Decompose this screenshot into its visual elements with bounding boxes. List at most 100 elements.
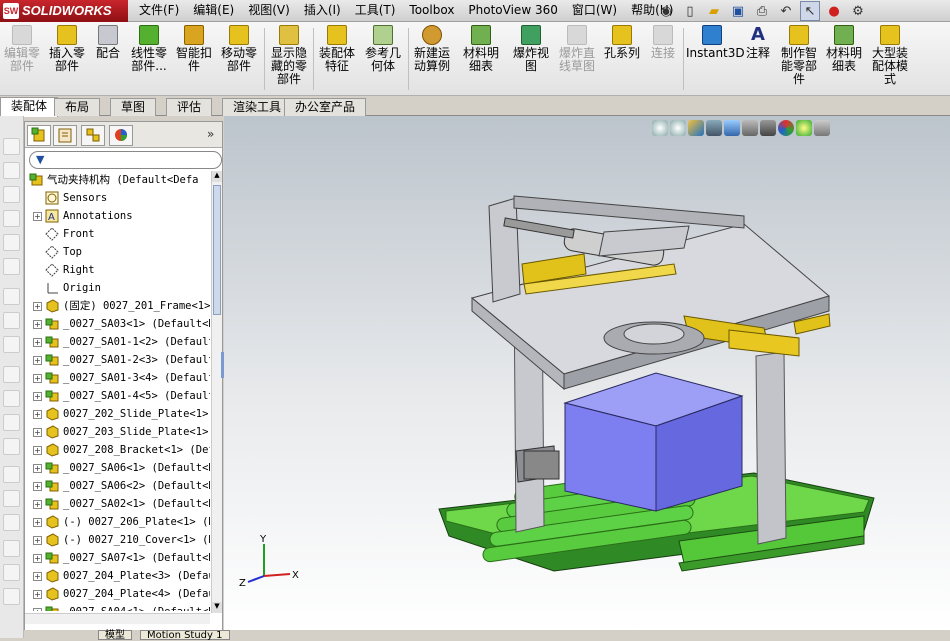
configuration-manager-tab-icon[interactable] <box>81 125 105 146</box>
open-folder-icon[interactable]: ▰ <box>704 1 724 21</box>
expand-plus-icon[interactable]: + <box>33 374 42 383</box>
scroll-down-arrow[interactable]: ▼ <box>212 602 222 613</box>
insert-component-button[interactable]: 插入零 部件 <box>46 25 88 73</box>
assembly-features-button[interactable]: 装配体 特征 <box>316 25 358 73</box>
strip-icon[interactable] <box>3 466 20 483</box>
move-component-button[interactable]: 移动零 部件 <box>218 25 260 73</box>
new-document-icon[interactable]: ▯ <box>680 1 700 21</box>
tab-motion-study[interactable]: Motion Study 1 <box>140 630 230 641</box>
mate-button[interactable]: 配合 <box>92 25 124 60</box>
pin-icon[interactable]: ◉ <box>656 1 676 21</box>
edit-component-icon <box>12 25 32 45</box>
tab-evaluate[interactable]: 评估 <box>166 98 213 116</box>
bill-of-materials-button[interactable]: 材料明 细表 <box>460 25 502 73</box>
menu-view[interactable]: 视图(V) <box>241 0 297 22</box>
expand-plus-icon[interactable]: + <box>33 572 42 581</box>
feature-manager-tab-icon[interactable] <box>27 125 51 146</box>
expand-plus-icon[interactable]: + <box>33 590 42 599</box>
expand-plus-icon[interactable]: + <box>33 500 42 509</box>
expand-plus-icon[interactable]: + <box>33 410 42 419</box>
strip-icon[interactable] <box>3 490 20 507</box>
expand-panel-icon[interactable]: » <box>207 127 214 141</box>
display-manager-tab-icon[interactable] <box>109 125 133 146</box>
tab-assembly[interactable]: 装配体 <box>0 97 59 117</box>
strip-icon[interactable] <box>3 288 20 305</box>
property-manager-tab-icon[interactable] <box>53 125 77 146</box>
menu-file[interactable]: 文件(F) <box>132 0 186 22</box>
strip-icon[interactable] <box>3 390 20 407</box>
strip-icon[interactable] <box>3 210 20 227</box>
strip-icon[interactable] <box>3 438 20 455</box>
expand-plus-icon[interactable]: + <box>33 428 42 437</box>
tree-node-label: _0027_SA01-1<2> (Default <box>63 336 210 348</box>
strip-icon[interactable] <box>3 540 20 557</box>
bill-of-materials-2-button[interactable]: 材料明 细表 <box>824 25 864 73</box>
tab-sketch[interactable]: 草图 <box>110 98 157 116</box>
expand-plus-icon[interactable]: + <box>33 338 42 347</box>
scroll-thumb[interactable] <box>213 185 221 315</box>
save-icon[interactable]: ▣ <box>728 1 748 21</box>
expand-plus-icon[interactable]: + <box>33 302 42 311</box>
strip-icon[interactable] <box>3 366 20 383</box>
menu-window[interactable]: 窗口(W) <box>565 0 624 22</box>
connect-button[interactable]: 连接 <box>646 25 680 60</box>
strip-icon[interactable] <box>3 336 20 353</box>
expand-plus-icon[interactable]: + <box>33 608 42 611</box>
smart-fasteners-button[interactable]: 智能扣 件 <box>174 25 214 73</box>
strip-icon[interactable] <box>3 514 20 531</box>
strip-icon[interactable] <box>3 312 20 329</box>
tree-node-label: _0027_SA04<1> (Default<D <box>63 603 210 611</box>
tab-model[interactable]: 模型 <box>98 630 132 641</box>
select-arrow-icon[interactable]: ↖ <box>800 1 820 21</box>
large-assembly-mode-button[interactable]: 大型装 配体模 式 <box>868 25 912 86</box>
menu-toolbox[interactable]: Toolbox <box>402 0 461 22</box>
undo-icon[interactable]: ↶ <box>776 1 796 21</box>
strip-icon[interactable] <box>3 186 20 203</box>
reference-geometry-button[interactable]: 参考几 何体 <box>362 25 404 73</box>
exploded-view-button[interactable]: 爆炸视 图 <box>510 25 552 73</box>
expand-plus-icon[interactable]: + <box>33 536 42 545</box>
expand-plus-icon[interactable]: + <box>33 518 42 527</box>
expand-plus-icon[interactable]: + <box>33 446 42 455</box>
print-icon[interactable]: ⎙ <box>752 1 772 21</box>
annotation-button[interactable]: A 注释 <box>742 25 774 60</box>
menu-edit[interactable]: 编辑(E) <box>186 0 241 22</box>
options-gear-icon[interactable]: ⚙ <box>848 1 868 21</box>
strip-icon[interactable] <box>3 162 20 179</box>
rebuild-traffic-light-icon[interactable]: ● <box>824 1 844 21</box>
bom-label: 材料明 细表 <box>462 46 499 73</box>
instant3d-button[interactable]: Instant3D <box>686 25 745 60</box>
linear-pattern-button[interactable]: 线性零 部件... <box>128 25 170 73</box>
scroll-up-arrow[interactable]: ▲ <box>212 171 222 182</box>
expand-plus-icon[interactable]: + <box>33 212 42 221</box>
show-hidden-components-button[interactable]: 显示隐 藏的零 部件 <box>268 25 310 86</box>
feature-tree-filter[interactable]: ▼ <box>29 151 222 169</box>
solidworks-logo[interactable]: SW SOLIDWORKS <box>0 0 128 22</box>
new-motion-study-button[interactable]: 新建运 动算例 <box>411 25 453 73</box>
tree-vertical-scrollbar[interactable]: ▲ ▼ <box>211 171 222 613</box>
strip-icon[interactable] <box>3 414 20 431</box>
expand-plus-icon[interactable]: + <box>33 482 42 491</box>
strip-icon[interactable] <box>3 258 20 275</box>
tree-horizontal-scrollbar[interactable] <box>25 613 210 624</box>
expand-plus-icon[interactable]: + <box>33 392 42 401</box>
menu-tools[interactable]: 工具(T) <box>348 0 403 22</box>
expand-plus-icon[interactable]: + <box>33 554 42 563</box>
menu-photoview[interactable]: PhotoView 360 <box>461 0 564 22</box>
tab-layout[interactable]: 布局 <box>54 98 101 116</box>
graphics-viewport[interactable]: Y X Z <box>224 116 950 630</box>
make-smart-component-button[interactable]: 制作智 能零部 件 <box>778 25 820 86</box>
expand-plus-icon[interactable]: + <box>33 320 42 329</box>
explode-line-sketch-button[interactable]: 爆炸直 线草图 <box>556 25 598 73</box>
strip-icon[interactable] <box>3 588 20 605</box>
menu-insert[interactable]: 插入(I) <box>297 0 348 22</box>
tab-render-tools[interactable]: 渲染工具 <box>222 98 293 116</box>
tab-office-products[interactable]: 办公室产品 <box>284 98 367 116</box>
edit-component-button[interactable]: 编辑零 部件 <box>2 25 42 73</box>
expand-plus-icon[interactable]: + <box>33 356 42 365</box>
strip-icon[interactable] <box>3 234 20 251</box>
expand-plus-icon[interactable]: + <box>33 464 42 473</box>
hole-series-button[interactable]: 孔系列 <box>602 25 642 60</box>
strip-icon[interactable] <box>3 138 20 155</box>
strip-icon[interactable] <box>3 564 20 581</box>
